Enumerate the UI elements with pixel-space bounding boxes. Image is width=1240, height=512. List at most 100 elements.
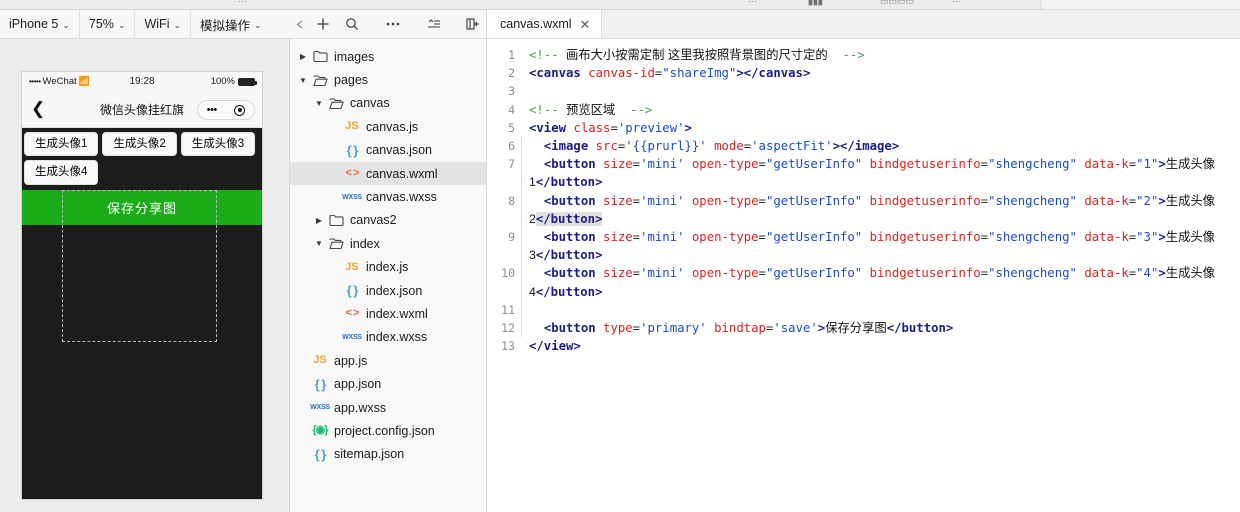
file-tree-item-canvas2[interactable]: ▶ canvas2 [290,209,486,232]
file-tree-item-label: index [350,236,380,251]
zoom-selector-label: 75% [88,17,114,31]
collapse-all-icon[interactable] [420,11,447,38]
generate-avatar-button-1[interactable]: 生成头像1 [24,132,99,157]
phone-screen: 生成头像1 生成头像2 生成头像3 生成头像4 保存分享图 [22,128,262,499]
cfg-icon: {◉} [312,424,328,437]
code-line-content: <view class='preview'> [529,120,692,135]
chevron-down-icon: ⌄ [117,19,126,30]
add-icon[interactable] [310,11,337,38]
file-tree-item-index[interactable]: ▼ index [290,232,486,255]
line-number: 5 [508,120,515,135]
file-tree-item-label: index.wxss [366,330,428,345]
folder-closed-icon [326,214,346,227]
file-tree-item-app-json[interactable]: { } app.json [290,372,486,395]
wxss-icon: WXSS [310,404,330,412]
wechat-capsule: ••• [197,100,255,120]
wechat-devtools-window: ··· ··· ▮▮▮ ▭▭▭▭ ··· iPhone 5 ⌄ 75% ⌄ Wi… [0,0,1240,512]
target-icon[interactable] [234,104,246,116]
code-line: 3 [487,82,1240,100]
wxss-icon: WXSS [342,193,362,201]
file-tree-item-index-wxml[interactable]: < > index.wxml [290,302,486,325]
file-tree-item-label: index.js [366,260,409,275]
code-line-content: <button size='mini' open-type="getUserIn… [521,228,1240,265]
device-selector-label: iPhone 5 [9,17,59,31]
line-number: 13 [501,339,515,354]
file-tree-item-label: sitemap.json [334,447,405,462]
more-icon[interactable] [380,11,407,38]
generate-avatar-button-2[interactable]: 生成头像2 [102,132,177,157]
network-selector[interactable]: WiFi ⌄ [135,9,192,39]
file-tree-item-project-config-json[interactable]: {◉} project.config.json [290,419,486,442]
chevron-right-icon[interactable]: ▶ [312,216,326,225]
code-line: 12 <button type='primary' bindtap='save'… [487,319,1240,338]
file-tree-item-canvas-wxss[interactable]: WXSS canvas.wxss [290,185,486,208]
tab-canvas-wxml[interactable]: canvas.wxml ✕ [487,10,603,38]
file-tree-item-index-json[interactable]: { } index.json [290,279,486,302]
code-line-content: <button size='mini' open-type="getUserIn… [521,155,1240,193]
network-selector-label: WiFi [144,17,170,31]
simulator-pane: iPhone 5 ⌄ 75% ⌄ WiFi ⌄ 模拟操作 ⌄ ••••• WeC… [0,9,290,512]
file-tree-item-canvas[interactable]: ▼ canvas [290,92,486,115]
code-line: 10 <button size='mini' open-type="getUse… [487,264,1240,302]
js-icon: JS [345,260,359,273]
file-tree-item-pages[interactable]: ▼ pages [290,68,486,91]
line-number: 11 [501,302,515,317]
phone-frame: ••••• WeChat 📶 19:28 100% ❮ 微信头像挂红旗 ••• [22,72,262,499]
file-tree-item-label: index.json [366,283,423,298]
file-tree-item-images[interactable]: ▶ images [290,45,486,68]
code-line-content: </view> [529,339,581,354]
code-area[interactable]: 1 <!-- 画布大小按需定制 这里我按照背景图的尺寸定的 --> 2 <canva… [487,39,1240,355]
file-tree-item-label: canvas.wxss [366,190,437,205]
search-icon[interactable] [339,11,366,38]
file-tree-item-app-js[interactable]: JS app.js [290,349,486,372]
back-arrow-icon[interactable] [292,11,308,38]
file-tree-item-app-wxss[interactable]: WXSS app.wxss [290,396,486,419]
phone-status-bar: ••••• WeChat 📶 19:28 100% [22,72,262,91]
file-tree-item-label: app.js [334,353,368,368]
code-line: 8 <button size='mini' open-type="getUser… [487,191,1240,229]
title-ghost-3: ▮▮▮ [808,0,823,6]
code-line-content: <image src='{{prurl}}' mode='aspectFit'>… [520,137,905,156]
chevron-right-icon[interactable]: ▶ [296,52,310,61]
file-tree-item-canvas-json[interactable]: { } canvas.json [290,139,486,162]
chevron-down-icon[interactable]: ▼ [296,76,310,85]
line-number: 3 [508,84,515,99]
generate-avatar-button-4[interactable]: 生成头像4 [24,160,99,185]
simulator-toolbar: iPhone 5 ⌄ 75% ⌄ WiFi ⌄ 模拟操作 ⌄ [0,9,290,39]
close-icon[interactable]: ✕ [580,18,591,31]
title-ghost-4: ▭▭▭▭ [880,0,915,6]
code-line-content: <button size='mini' open-type="getUserIn… [521,264,1240,302]
simulator-canvas-area: ••••• WeChat 📶 19:28 100% ❮ 微信头像挂红旗 ••• [0,39,290,512]
title-ghost-2: ··· [748,0,757,6]
wxml-icon: < > [345,307,360,320]
mini-button-row-1: 生成头像1 生成头像2 生成头像3 生成头像4 [22,128,262,185]
wxss-icon: WXSS [342,333,362,341]
simulate-action-selector[interactable]: 模拟操作 ⌄ [191,10,271,39]
file-tree-item-canvas-js[interactable]: JS canvas.js [290,115,486,138]
zoom-selector[interactable]: 75% ⌄ [80,9,136,39]
file-tree-item-sitemap-json[interactable]: { } sitemap.json [290,443,486,466]
os-title-bar: ··· ··· ▮▮▮ ▭▭▭▭ ··· [0,0,1240,10]
folder-open-icon [326,237,346,250]
chevron-down-icon[interactable]: ▼ [312,99,326,108]
chevron-down-icon: ⌄ [254,19,262,30]
code-line: 7 <button size='mini' open-type="getUser… [487,155,1240,193]
more-icon[interactable]: ••• [207,104,218,116]
file-tree-item-canvas-wxml[interactable]: < > canvas.wxml [290,161,486,186]
battery-icon [238,77,257,86]
file-tree-item-label: canvas.js [366,119,419,134]
code-line: 13 </view> [487,337,1240,355]
generate-avatar-button-3[interactable]: 生成头像3 [180,132,256,157]
file-tree-item-label: index.wxml [366,306,428,321]
file-tree-item-label: images [334,49,375,64]
file-tree-item-index-wxss[interactable]: WXSS index.wxss [290,326,486,349]
tab-label: canvas.wxml [500,17,572,31]
title-ghost-1: ··· [238,0,247,6]
code-line-content [529,82,542,100]
toggle-panel-icon[interactable] [459,11,486,38]
folder-open-icon [326,97,346,110]
device-selector[interactable]: iPhone 5 ⌄ [0,9,80,39]
code-line-content: <!-- 预览区域 --> [529,102,653,117]
chevron-down-icon[interactable]: ▼ [312,239,326,248]
file-tree-item-index-js[interactable]: JS index.js [290,256,486,279]
